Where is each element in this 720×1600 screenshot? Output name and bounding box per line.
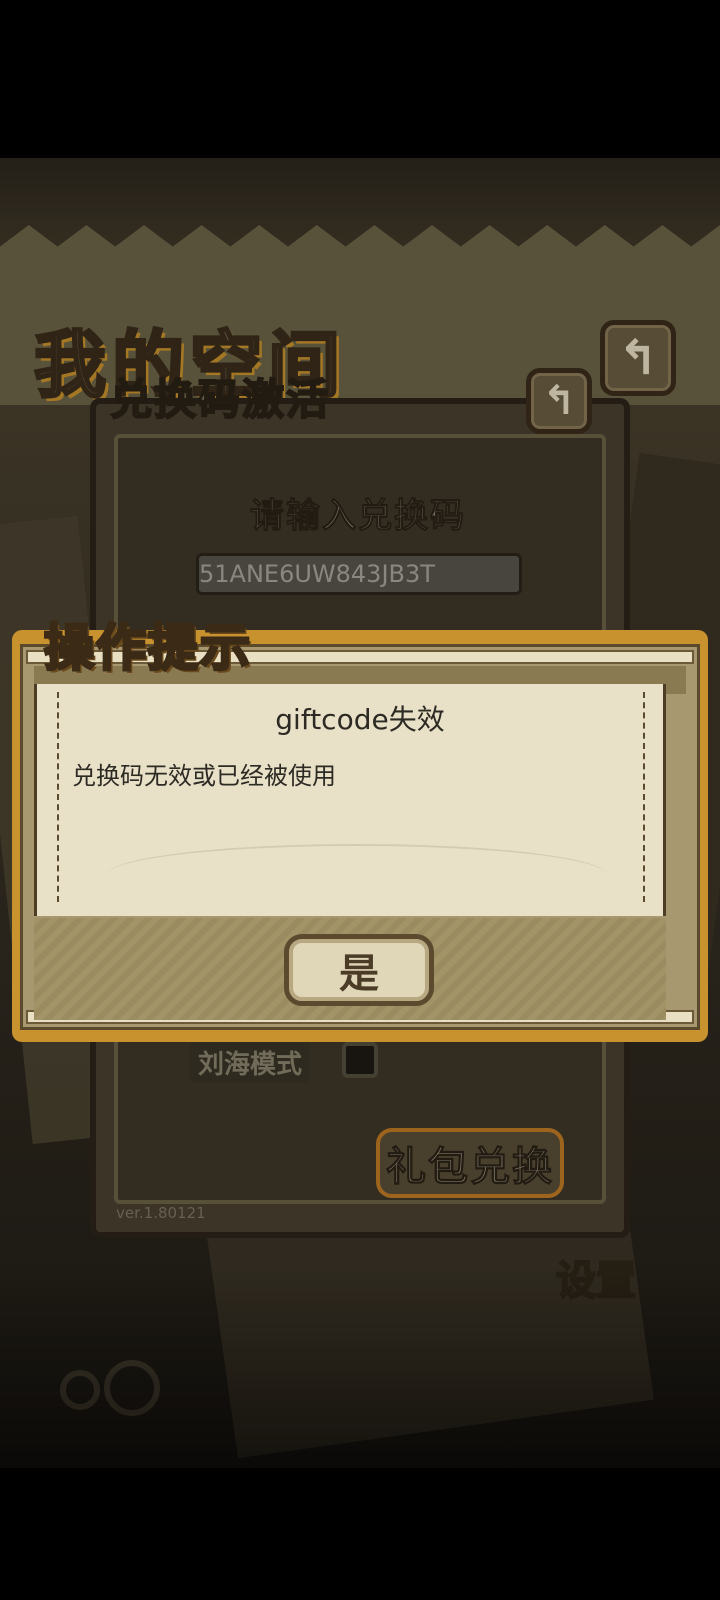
paper-faint-map [107, 844, 607, 906]
confirm-button[interactable]: 是 [284, 934, 434, 1006]
bottom-letterbox [0, 1468, 720, 1600]
dialog-title: 操作提示 [43, 618, 252, 679]
top-letterbox [0, 0, 720, 158]
dialog-message: 兑换码无效或已经被使用 [72, 762, 336, 790]
dialog-heading: giftcode失效 [275, 703, 445, 736]
